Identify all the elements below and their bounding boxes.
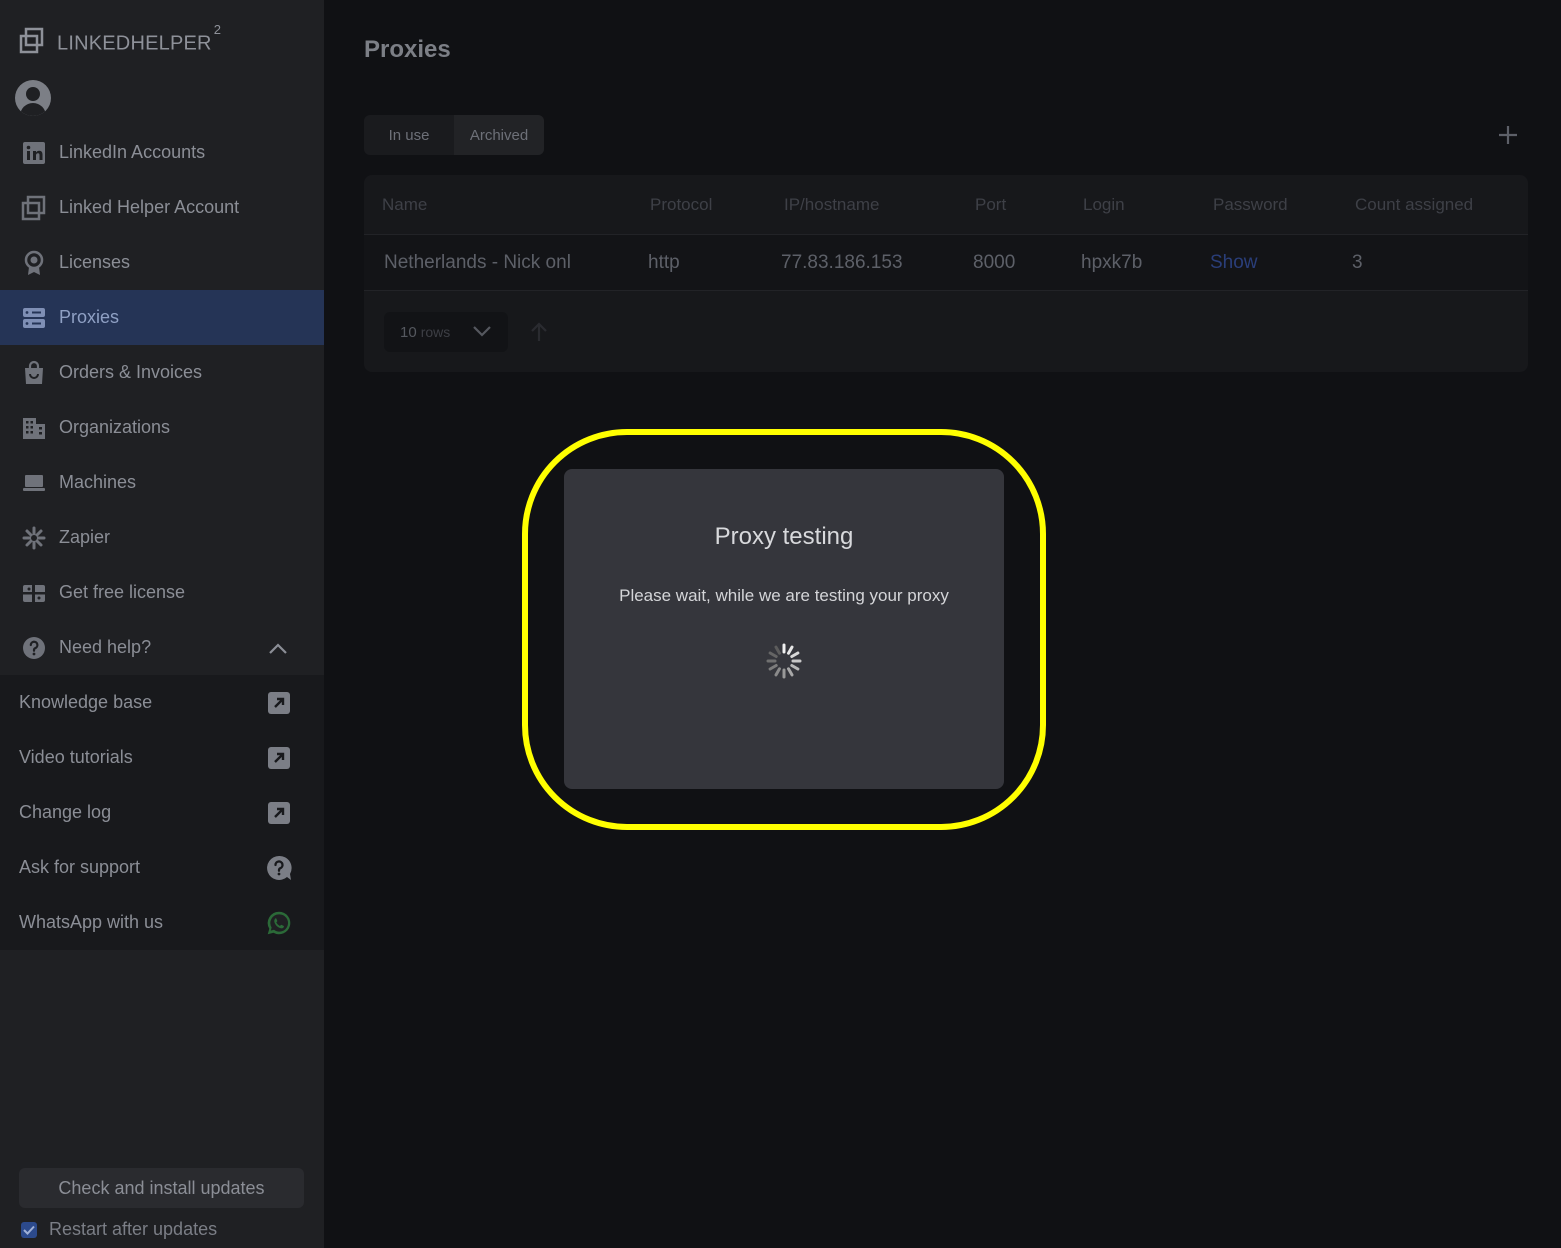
shopping-bag-icon <box>21 360 47 386</box>
column-header-password[interactable]: Password <box>1213 195 1288 215</box>
sidebar-item-label: Linked Helper Account <box>59 197 240 217</box>
external-link-icon <box>266 800 292 826</box>
rows-value: 10 <box>400 323 417 341</box>
brand-name: LINKEDHELPER2 <box>57 22 222 55</box>
cell-login: hpxk7b <box>1081 252 1143 273</box>
page-title: Proxies <box>364 36 451 63</box>
sidebar-item-organizations[interactable]: Organizations <box>0 400 324 455</box>
sidebar-item-label: Need help? <box>59 637 152 657</box>
help-item-label: WhatsApp with us <box>19 912 164 932</box>
external-link-icon <box>266 690 292 716</box>
loading-spinner-icon <box>764 641 804 681</box>
sidebar-item-label: Proxies <box>59 307 120 327</box>
column-header-count-assigned[interactable]: Count assigned <box>1355 195 1473 215</box>
chevron-down-icon <box>472 324 492 342</box>
help-item-video-tutorials[interactable]: Video tutorials <box>0 730 324 785</box>
sidebar-item-get-free-license[interactable]: Get free license <box>0 565 324 620</box>
help-submenu: Knowledge base Video tutorials Change lo… <box>0 675 324 950</box>
sidebar-item-label: Orders & Invoices <box>59 362 203 382</box>
show-password-link[interactable]: Show <box>1210 252 1258 274</box>
rows-per-page-select[interactable]: 10 rows <box>384 312 508 352</box>
check-updates-button[interactable]: Check and install updates <box>19 1168 304 1208</box>
cell-ip: 77.83.186.153 <box>781 252 903 273</box>
column-header-protocol[interactable]: Protocol <box>650 195 712 215</box>
sidebar-item-machines[interactable]: Machines <box>0 455 324 510</box>
restart-checkbox[interactable] <box>21 1221 37 1238</box>
sidebar-item-label: Organizations <box>59 417 171 437</box>
whatsapp-icon <box>266 910 292 936</box>
add-proxy-button[interactable] <box>1493 120 1523 150</box>
linkedhelper-logo-icon <box>19 27 45 60</box>
cell-protocol: http <box>648 252 680 273</box>
plus-icon <box>1499 126 1517 144</box>
laptop-icon <box>21 470 47 496</box>
question-bubble-icon <box>266 855 292 881</box>
cell-name: Netherlands - Nick onl <box>384 252 571 273</box>
table-row[interactable]: Netherlands - Nick onl http 77.83.186.15… <box>364 235 1528 291</box>
sidebar-item-linkedin-accounts[interactable]: LinkedIn Accounts <box>0 125 324 180</box>
tab-archived[interactable]: Archived <box>454 115 544 155</box>
external-link-icon <box>266 745 292 771</box>
sidebar-item-label: Licenses <box>59 252 131 272</box>
license-badge-icon <box>21 250 47 276</box>
table-header: Name Protocol IP/hostname Port Login Pas… <box>364 175 1528 235</box>
sidebar-item-label: Machines <box>59 472 137 492</box>
app-window: LINKEDHELPER2 LinkedIn Accounts Linked H… <box>0 0 1561 1248</box>
help-item-ask-for-support[interactable]: Ask for support <box>0 840 324 895</box>
linkedin-icon <box>21 140 47 166</box>
help-item-label: Change log <box>19 802 112 822</box>
sidebar-item-linked-helper-account[interactable]: Linked Helper Account <box>0 180 324 235</box>
sidebar-item-proxies[interactable]: Proxies <box>0 290 324 345</box>
column-header-port[interactable]: Port <box>975 195 1006 215</box>
help-item-label: Knowledge base <box>19 692 153 712</box>
tab-in-use[interactable]: In use <box>364 115 454 155</box>
sidebar-item-zapier[interactable]: Zapier <box>0 510 324 565</box>
server-icon <box>21 305 47 331</box>
sidebar-item-label: Zapier <box>59 527 111 547</box>
sidebar-item-label: LinkedIn Accounts <box>59 142 206 162</box>
gift-icon <box>21 580 47 606</box>
cell-port: 8000 <box>973 252 1016 273</box>
question-circle-icon <box>21 635 47 661</box>
sidebar-item-label: Get free license <box>59 582 186 602</box>
sidebar-item-need-help[interactable]: Need help? <box>0 620 324 675</box>
sort-up-icon[interactable] <box>530 321 548 348</box>
proxy-tabs: In use Archived <box>364 115 544 155</box>
restart-label: Restart after updates <box>49 1219 218 1239</box>
building-icon <box>21 415 47 441</box>
zapier-icon <box>21 525 47 551</box>
cell-count-assigned: 3 <box>1352 252 1363 273</box>
help-item-label: Ask for support <box>19 857 141 877</box>
help-item-label: Video tutorials <box>19 747 133 767</box>
chevron-up-icon[interactable] <box>268 640 288 661</box>
sidebar-item-orders-invoices[interactable]: Orders & Invoices <box>0 345 324 400</box>
sidebar-item-licenses[interactable]: Licenses <box>0 235 324 290</box>
proxies-table: Name Protocol IP/hostname Port Login Pas… <box>364 175 1528 372</box>
sidebar: LINKEDHELPER2 LinkedIn Accounts Linked H… <box>0 0 324 1248</box>
column-header-name[interactable]: Name <box>382 195 427 215</box>
help-item-change-log[interactable]: Change log <box>0 785 324 840</box>
proxy-testing-dialog: Proxy testing Please wait, while we are … <box>564 469 1004 789</box>
help-item-whatsapp[interactable]: WhatsApp with us <box>0 895 324 950</box>
column-header-login[interactable]: Login <box>1083 195 1125 215</box>
dialog-message: Please wait, while we are testing your p… <box>619 586 949 605</box>
sidebar-nav: LinkedIn Accounts Linked Helper Account … <box>0 125 324 950</box>
avatar[interactable] <box>15 80 51 116</box>
column-header-ip[interactable]: IP/hostname <box>784 195 879 215</box>
help-item-knowledge-base[interactable]: Knowledge base <box>0 675 324 730</box>
restart-after-updates[interactable]: Restart after updates <box>21 1219 217 1240</box>
dialog-title: Proxy testing <box>714 523 854 550</box>
rows-label: rows <box>420 324 451 340</box>
linkedhelper-logo-icon <box>21 195 47 221</box>
brand[interactable]: LINKEDHELPER2 <box>19 22 222 60</box>
